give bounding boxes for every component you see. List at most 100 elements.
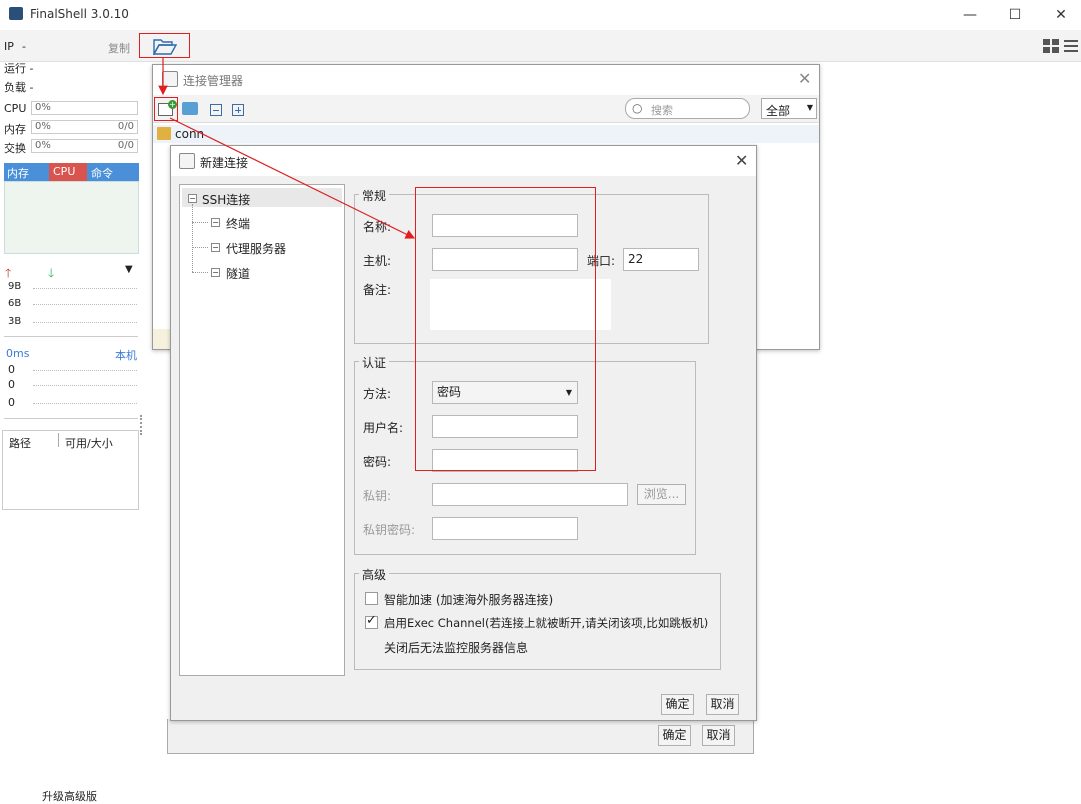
tree-item-proxy[interactable]: 代理服务器	[226, 240, 286, 257]
filter-value: 全部	[766, 104, 791, 118]
tree-root[interactable]: SSH连接	[202, 191, 250, 208]
ping-value: 0	[8, 378, 15, 391]
collapse-icon[interactable]	[210, 104, 222, 116]
monitor-tabs: 内存 CPU 命令	[4, 163, 139, 181]
expand-icon[interactable]	[232, 104, 244, 116]
conn-toolbar: + ○ 搜索 全部 ▼	[153, 95, 819, 123]
general-group-label: 常规	[359, 187, 390, 204]
advanced-group-label: 高级	[359, 566, 390, 583]
collapse-icon[interactable]: −	[188, 194, 197, 203]
swap-label: 交换	[4, 142, 26, 155]
conn-bottom-strip	[153, 329, 171, 349]
filter-select[interactable]: 全部 ▼	[761, 98, 817, 119]
close-window-button[interactable]: ✕	[1046, 4, 1076, 26]
accel-checkbox[interactable]	[365, 592, 378, 605]
ping-gridline	[33, 385, 137, 386]
name-label: 名称:	[363, 220, 392, 234]
cpu-label: CPU	[4, 102, 27, 115]
exec-channel-note: 关闭后无法监控服务器信息	[384, 641, 529, 655]
net-label-9b: 9B	[8, 281, 22, 292]
tree-item-tunnel[interactable]: 隧道	[226, 265, 250, 282]
auth-group-label: 认证	[359, 354, 390, 371]
search-box[interactable]: ○ 搜索	[625, 98, 750, 119]
swap-right: 0/0	[117, 140, 134, 151]
new-folder-icon[interactable]	[182, 102, 198, 115]
folder-icon	[157, 127, 171, 140]
mem-right: 0/0	[117, 121, 134, 132]
toolbar	[0, 30, 1081, 62]
ip-value: -	[22, 40, 26, 53]
conn-manager-footer: 确定 取消	[167, 719, 754, 754]
grid-view-icon[interactable]	[1043, 39, 1059, 53]
check-icon: ✓	[366, 613, 377, 628]
net-gridline	[33, 288, 137, 289]
close-icon[interactable]: ✕	[735, 151, 748, 170]
minimize-button[interactable]: —	[955, 4, 985, 26]
cancel-button[interactable]: 取消	[706, 694, 739, 715]
app-icon	[9, 7, 23, 20]
disk-col-path[interactable]: 路径	[9, 435, 31, 451]
tab-memory[interactable]: 内存	[7, 165, 29, 181]
splitter-handle[interactable]	[140, 415, 142, 435]
dropdown-icon[interactable]: ▼	[125, 264, 133, 275]
list-view-icon[interactable]	[1064, 40, 1078, 53]
ping-gridline	[33, 370, 137, 371]
upgrade-link[interactable]: 升级高级版	[42, 788, 97, 804]
tree-item-terminal[interactable]: 终端	[226, 215, 250, 232]
swap-value: 0%	[35, 140, 51, 151]
divider	[4, 418, 138, 419]
mem-bar: 0% 0/0	[31, 120, 138, 134]
tab-cpu[interactable]: CPU	[49, 163, 87, 181]
accel-label: 智能加速 (加速海外服务器连接)	[384, 593, 554, 607]
open-folder-button[interactable]	[139, 33, 190, 58]
net-label-3b: 3B	[8, 316, 22, 327]
tree-line	[192, 247, 208, 248]
exec-channel-label: 启用Exec Channel(若连接上就被断开,请关闭该项,比如跳板机)	[384, 616, 709, 630]
search-placeholder: 搜索	[651, 104, 673, 117]
run-label: 运行 -	[4, 62, 34, 75]
exec-channel-checkbox[interactable]: ✓	[365, 613, 378, 629]
chevron-down-icon: ▼	[806, 103, 813, 112]
java-icon	[179, 153, 195, 169]
browse-button[interactable]: 浏览...	[637, 484, 686, 505]
collapse-icon[interactable]: −	[211, 268, 220, 277]
tab-command[interactable]: 命令	[91, 165, 113, 181]
app-title: FinalShell 3.0.10	[30, 7, 129, 21]
collapse-icon[interactable]: −	[211, 218, 220, 227]
conn-manager-title: 连接管理器	[183, 74, 244, 88]
search-icon: ○	[632, 101, 643, 115]
maximize-button[interactable]: ☐	[1000, 4, 1030, 26]
folder-name: conn	[175, 127, 205, 141]
divider	[4, 336, 138, 337]
close-icon[interactable]: ✕	[798, 69, 811, 88]
new-connection-button[interactable]: +	[154, 97, 178, 121]
net-gridline	[33, 304, 137, 305]
folder-row[interactable]: conn	[153, 125, 819, 143]
tree-line	[192, 222, 208, 223]
disk-col-size[interactable]: 可用/大小	[65, 435, 113, 451]
ip-label: IP	[4, 40, 14, 53]
collapse-icon[interactable]: −	[211, 243, 220, 252]
swap-bar: 0% 0/0	[31, 139, 138, 153]
mem-value: 0%	[35, 121, 51, 132]
folder-open-icon	[153, 39, 177, 55]
cpu-bar: 0%	[31, 101, 138, 115]
ping-gridline	[33, 403, 137, 404]
ping-value: 0	[8, 396, 15, 409]
monitor-area	[4, 181, 139, 254]
conn-ok-button[interactable]: 确定	[658, 725, 691, 746]
ping-host[interactable]: 本机	[115, 347, 137, 363]
private-key-field[interactable]	[432, 483, 628, 506]
port-field[interactable]: 22	[623, 248, 699, 271]
key-password-field[interactable]	[432, 517, 578, 540]
ok-button[interactable]: 确定	[661, 694, 694, 715]
title-bar: FinalShell 3.0.10 — ☐ ✕	[0, 0, 1081, 30]
copy-button[interactable]: 复制	[108, 40, 130, 56]
host-label: 主机:	[363, 254, 392, 268]
dialog-titlebar: 新建连接 ✕	[171, 146, 756, 176]
advanced-group: 高级 智能加速 (加速海外服务器连接) ✓ 启用Exec Channel(若连接…	[354, 566, 721, 670]
conn-cancel-button[interactable]: 取消	[702, 725, 735, 746]
load-label: 负载 -	[4, 81, 34, 94]
user-label: 用户名:	[363, 421, 404, 435]
private-key-label: 私钥:	[363, 489, 392, 503]
